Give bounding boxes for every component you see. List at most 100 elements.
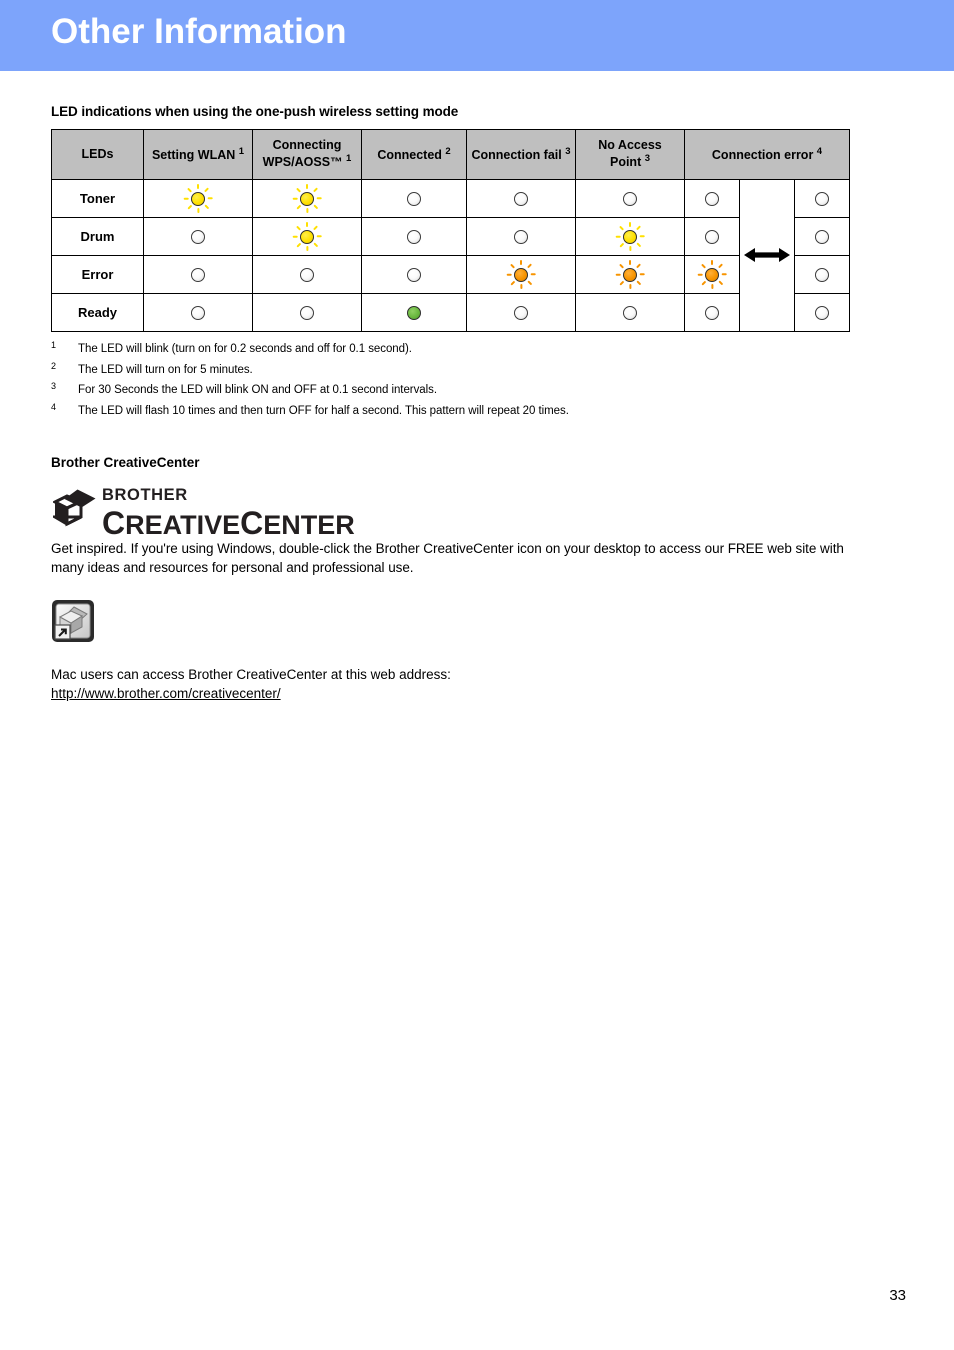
column-header-leds-label: LEDs — [81, 147, 114, 161]
led-orange-blink-icon — [615, 260, 645, 290]
column-header-connection-fail: Connection fail 3 — [466, 129, 576, 180]
led-yellow-blink-icon — [292, 222, 322, 252]
led-cell-error-setting-wlan — [143, 255, 253, 294]
table-row: Drum — [51, 217, 851, 256]
footnote-number: 4 — [51, 401, 56, 412]
footnote-ref-1: 1 — [238, 145, 245, 157]
table-header-row: LEDs Setting WLAN 1 Connecting WPS/AOSS™… — [51, 129, 851, 180]
footnote-number: 1 — [51, 340, 56, 350]
logo-brother-text: BROTHER — [102, 486, 188, 504]
creativecenter-desktop-shortcut-icon — [51, 599, 95, 643]
creativecenter-paragraph: Get inspired. If you're using Windows, d… — [51, 541, 844, 576]
led-off-icon — [807, 260, 837, 290]
footnote-text: The LED will flash 10 times and then tur… — [78, 404, 569, 417]
led-yellow-blink-icon — [183, 184, 213, 214]
page-content: LED indications when using the one-push … — [49, 104, 905, 704]
footnote-text: For 30 Seconds the LED will blink ON and… — [78, 384, 437, 396]
led-cell-toner-connection-error-a — [684, 179, 740, 218]
row-label-toner: Toner — [51, 179, 144, 218]
led-cell-drum-no-access-point — [575, 217, 685, 256]
led-orange-blink-icon — [697, 260, 727, 290]
column-header-connection-error-label: Connection error — [711, 148, 814, 163]
footnote-ref-3b: 3 — [644, 153, 651, 165]
column-header-connection-error: Connection error 4 — [683, 129, 851, 180]
column-header-connection-fail-label: Connection fail — [471, 148, 562, 163]
led-off-icon — [183, 260, 213, 290]
column-header-no-access-point: No Access Point 3 — [575, 129, 685, 180]
column-header-connected: Connected 2 — [361, 129, 467, 180]
led-cell-ready-connected — [361, 293, 467, 332]
creativecenter-url-link[interactable]: http://www.brother.com/creativecenter/ — [51, 686, 281, 701]
logo-reative: REATIVE — [125, 510, 241, 540]
footnote-ref-4: 4 — [816, 145, 823, 157]
led-cell-error-connecting-wps — [252, 255, 362, 294]
footnote-ref-2: 2 — [445, 145, 451, 157]
footnote-list: 1 The LED will blink (turn on for 0.2 se… — [51, 340, 905, 418]
led-cell-ready-connection-error-c — [793, 293, 851, 332]
brother-diamond-box-icon — [49, 488, 97, 532]
section-heading: LED indications when using the one-push … — [51, 104, 459, 119]
logo-creativecenter-text: CREATIVECENTER — [102, 507, 355, 539]
led-indications-table: LEDs Setting WLAN 1 Connecting WPS/AOSS™… — [51, 129, 851, 332]
led-cell-ready-no-access-point — [575, 293, 685, 332]
column-header-leds: LEDs — [51, 129, 144, 180]
led-cell-toner-connection-fail — [466, 179, 576, 218]
led-green-on-icon — [399, 298, 429, 328]
led-cell-toner-connected — [361, 179, 467, 218]
mac-access-text: Mac users can access Brother CreativeCen… — [51, 667, 451, 683]
led-cell-drum-connecting-wps — [252, 217, 362, 256]
led-cell-ready-connecting-wps — [252, 293, 362, 332]
brother-creativecenter-logo: BROTHER CREATIVECENTER — [49, 486, 905, 539]
column-header-no-access-point-label: No Access Point — [598, 138, 662, 170]
led-table-body: Toner Drum Error Ready — [51, 179, 851, 332]
led-off-icon — [697, 184, 727, 214]
footnote-item: 4 The LED will flash 10 times and then t… — [51, 401, 905, 418]
led-cell-error-connection-error-c — [793, 255, 851, 294]
led-off-icon — [292, 260, 322, 290]
logo-c2: C — [240, 505, 264, 541]
footnote-item: 2 The LED will turn on for 5 minutes. — [51, 360, 905, 377]
led-off-icon — [183, 298, 213, 328]
double-arrow-icon — [743, 246, 791, 264]
column-header-setting-wlan: Setting WLAN 1 — [143, 129, 253, 180]
led-off-icon — [697, 298, 727, 328]
mac-access-block: Mac users can access Brother CreativeCen… — [51, 665, 905, 703]
led-off-icon — [615, 184, 645, 214]
led-orange-blink-icon — [506, 260, 536, 290]
led-cell-drum-connected — [361, 217, 467, 256]
page-number: 33 — [889, 1287, 906, 1304]
led-cell-ready-connection-fail — [466, 293, 576, 332]
led-cell-toner-no-access-point — [575, 179, 685, 218]
led-cell-toner-connecting-wps — [252, 179, 362, 218]
footnote-text: The LED will turn on for 5 minutes. — [78, 363, 253, 376]
led-cell-ready-setting-wlan — [143, 293, 253, 332]
led-cell-toner-setting-wlan — [143, 179, 253, 218]
led-off-icon — [399, 260, 429, 290]
page-title: Other Information — [51, 12, 347, 51]
footnote-text: The LED will blink (turn on for 0.2 seco… — [78, 343, 412, 355]
led-cell-drum-connection-error-c — [793, 217, 851, 256]
footnote-number: 2 — [51, 360, 56, 371]
led-off-icon — [807, 222, 837, 252]
led-cell-drum-connection-fail — [466, 217, 576, 256]
column-header-connected-label: Connected — [377, 148, 442, 163]
column-header-connecting-wps: Connecting WPS/AOSS™ 1 — [252, 129, 362, 180]
led-cell-error-no-access-point — [575, 255, 685, 294]
alternation-arrow-cell — [739, 179, 795, 332]
footnote-item: 3 For 30 Seconds the LED will blink ON a… — [51, 382, 905, 397]
table-row: Toner — [51, 179, 851, 332]
footnote-item: 1 The LED will blink (turn on for 0.2 se… — [51, 340, 905, 356]
row-label-drum: Drum — [51, 217, 144, 256]
led-cell-toner-connection-error-c — [793, 179, 851, 218]
led-off-icon — [697, 222, 727, 252]
logo-c1: C — [102, 505, 126, 541]
led-off-icon — [399, 222, 429, 252]
led-cell-drum-setting-wlan — [143, 217, 253, 256]
led-off-icon — [506, 184, 536, 214]
led-off-icon — [506, 298, 536, 328]
column-header-connecting-wps-label: Connecting WPS/AOSS™ — [262, 138, 343, 170]
row-label-error: Error — [51, 255, 144, 294]
led-off-icon — [807, 298, 837, 328]
led-cell-error-connection-fail — [466, 255, 576, 294]
column-header-setting-wlan-label: Setting WLAN — [151, 148, 236, 163]
